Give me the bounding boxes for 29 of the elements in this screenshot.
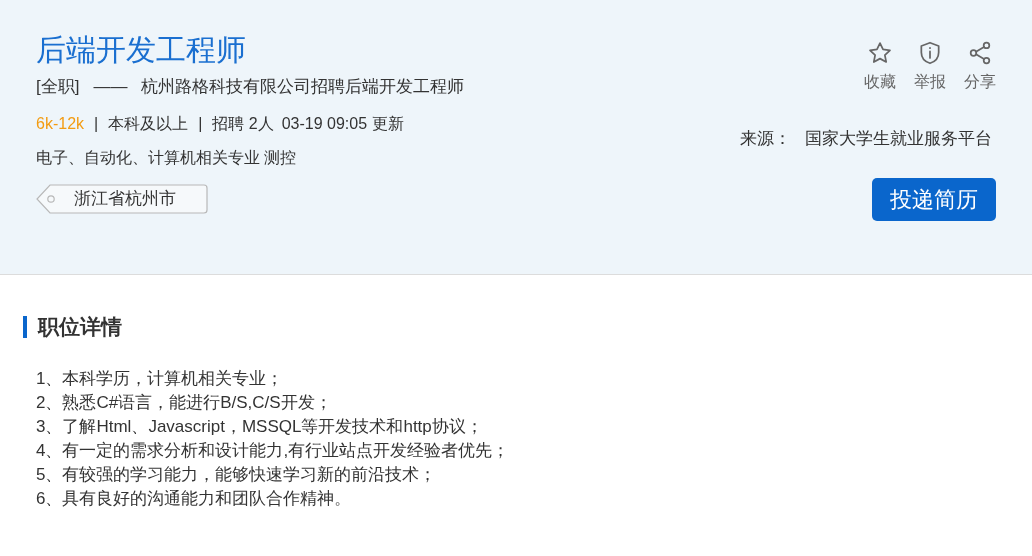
action-button[interactable]: 收藏 xyxy=(864,40,896,94)
action-button[interactable]: 分享 xyxy=(964,40,996,94)
requirement-line: 1、本科学历，计算机相关专业； xyxy=(36,367,285,390)
section-heading: 职位详情 xyxy=(38,314,122,340)
shield-info-icon xyxy=(917,40,943,66)
requirement-line: 4、有一定的需求分析和设计能力,有行业站点开发经验者优先； xyxy=(36,439,511,462)
job-type: [全职] xyxy=(36,76,80,98)
action-button[interactable]: 举报 xyxy=(914,40,946,94)
separator: | xyxy=(197,114,204,134)
job-meta: 招聘 2人 xyxy=(212,114,274,134)
location-tag: 浙江省杭州市 xyxy=(36,184,208,214)
requirement-line: 5、有较强的学习能力，能够快速学习新的前沿技术； xyxy=(36,463,438,486)
job-subtitle: 杭州路格科技有限公司招聘后端开发工程师 xyxy=(141,76,465,98)
salary: 6k-12k xyxy=(36,114,85,134)
requirement-line: 6、具有良好的沟通能力和团队合作精神。 xyxy=(36,487,353,510)
separator: | xyxy=(93,114,100,134)
heading-accent-bar xyxy=(23,315,27,338)
star-icon xyxy=(867,40,893,66)
job-meta: 本科及以上 xyxy=(108,114,189,134)
apply-button[interactable]: 投递简历 xyxy=(872,177,996,221)
share-icon xyxy=(967,40,993,66)
source-value: 国家大学生就业服务平台 xyxy=(805,128,992,150)
job-title: 后端开发工程师 xyxy=(36,32,247,68)
dash: —— xyxy=(93,76,128,98)
majors: 电子、自动化、计算机相关专业 测控 xyxy=(36,148,298,168)
job-meta: 03-19 09:05 更新 xyxy=(281,114,404,134)
requirement-line: 3、了解Html、Javascript，MSSQL等开发技术和http协议； xyxy=(36,415,484,438)
source-label: 来源： xyxy=(740,128,791,150)
requirement-line: 2、熟悉C#语言，能进行B/S,C/S开发； xyxy=(36,391,333,414)
